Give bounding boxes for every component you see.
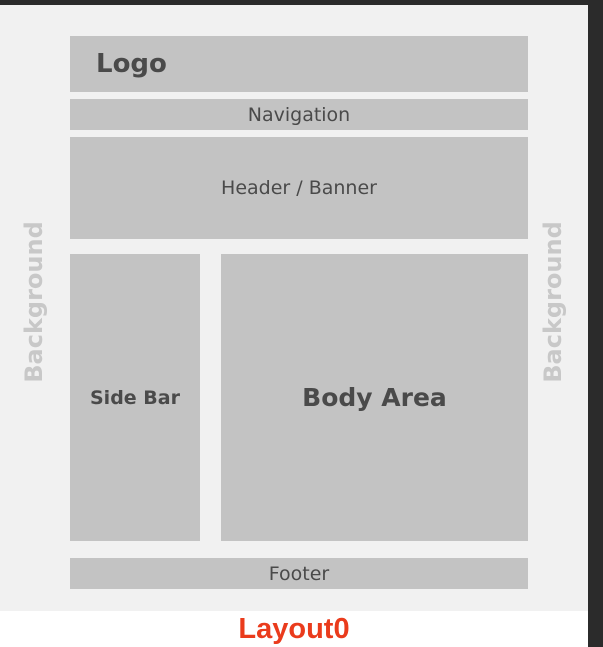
header-banner-label: Header / Banner bbox=[221, 177, 377, 199]
header-banner-block: Header / Banner bbox=[70, 137, 528, 239]
background-label-left: Background bbox=[20, 221, 48, 383]
layout-canvas: Logo Navigation Header / Banner Side Bar… bbox=[0, 5, 588, 611]
layout-caption: Layout0 bbox=[238, 613, 350, 645]
navigation-label: Navigation bbox=[247, 103, 351, 126]
logo-block: Logo bbox=[70, 36, 528, 92]
sidebar-block: Side Bar bbox=[70, 254, 200, 541]
footer-block: Footer bbox=[70, 558, 528, 589]
logo-label: Logo bbox=[96, 49, 167, 79]
body-area-block: Body Area bbox=[221, 254, 528, 541]
background-label-right: Background bbox=[539, 221, 567, 383]
window-frame-right bbox=[588, 0, 603, 647]
body-area-label: Body Area bbox=[302, 383, 447, 412]
footer-label: Footer bbox=[268, 562, 330, 585]
navigation-block: Navigation bbox=[70, 99, 528, 130]
sidebar-label: Side Bar bbox=[90, 386, 180, 409]
